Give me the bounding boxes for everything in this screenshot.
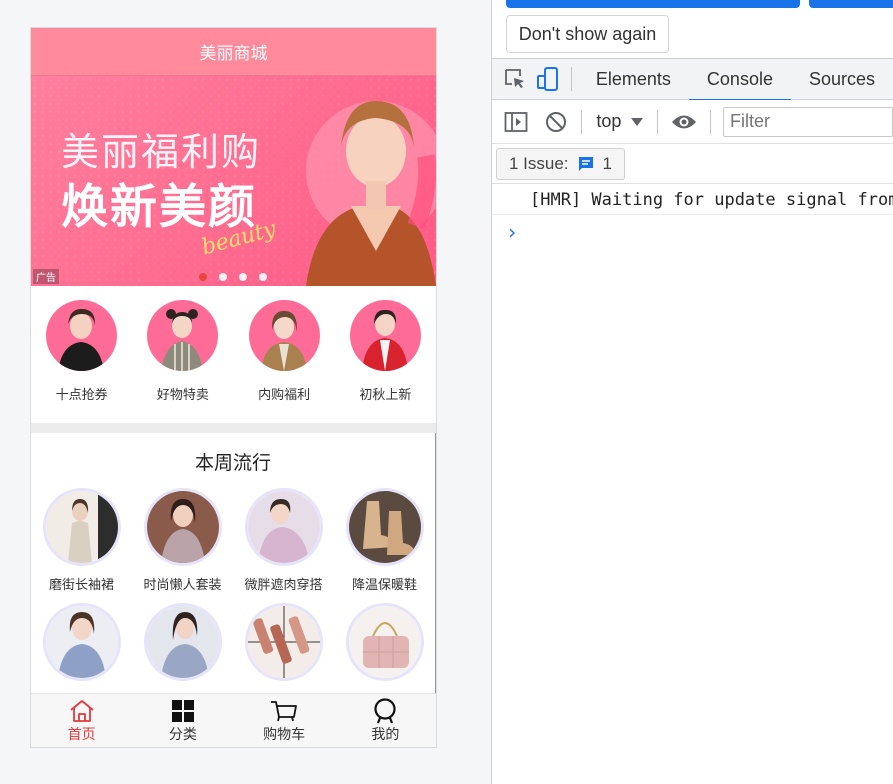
promo-banner[interactable]: 美丽福利购 焕新美颜 beauty 广告 [31, 76, 436, 286]
woman-coat-avatar [248, 300, 320, 371]
quick-category-label: 内购福利 [258, 388, 311, 403]
trending-photo [244, 603, 323, 681]
trending-item[interactable] [132, 603, 233, 689]
trending-photo [345, 603, 424, 681]
trending-grid: 磨街长袖裙 时尚懒人套装 微胖遮肉穿搭 降温保暖鞋 [31, 488, 435, 689]
app-title: 美丽商城 [199, 44, 268, 64]
banner-subheadline: 焕新美颜 [61, 180, 257, 235]
carousel-dot[interactable] [259, 273, 267, 281]
carousel-dot[interactable] [219, 273, 227, 281]
trending-item[interactable]: 时尚懒人套装 [132, 488, 233, 593]
infobar-primary-button[interactable] [506, 0, 800, 8]
trending-item[interactable] [334, 603, 435, 689]
trending-item[interactable]: 磨街长袖裙 [31, 488, 132, 593]
trending-label: 降温保暖鞋 [351, 578, 417, 593]
tab-label: 购物车 [263, 726, 306, 743]
dont-show-again-button[interactable]: Don't show again [506, 15, 669, 53]
trending-photo [244, 488, 323, 566]
carousel-dot[interactable] [239, 273, 247, 281]
issues-label: 1 Issue: [509, 153, 569, 173]
console-log-message: [HMR] Waiting for update signal from WDS… [492, 186, 893, 215]
quick-category-item[interactable]: 内购福利 [244, 300, 324, 403]
ad-tag: 广告 [33, 269, 59, 284]
trending-label: 微胖遮肉穿搭 [244, 578, 323, 593]
quick-category-label: 十点抢券 [55, 388, 108, 403]
clear-console-icon[interactable] [536, 102, 576, 142]
live-expression-eye-icon[interactable] [664, 102, 704, 142]
console-prompt-icon[interactable]: › [506, 220, 518, 244]
quick-category-row: 十点抢券 好物特卖 内购福利 初秋上新 [31, 286, 436, 423]
mobile-app-frame: 美丽商城 美丽福利购 焕新美颜 beauty 广告 十点抢券 好物特卖 内购福利… [30, 27, 437, 748]
tab-label: 首页 [67, 726, 96, 743]
user-icon [372, 697, 398, 724]
tab-profile[interactable]: 我的 [335, 694, 436, 747]
weekly-trending-section: 本周流行 磨街长袖裙 时尚懒人套装 微胖遮肉穿搭 降温保暖鞋 [31, 433, 436, 703]
tab-label: 分类 [168, 726, 197, 743]
trending-item[interactable] [233, 603, 334, 689]
weekly-title: 本周流行 [194, 452, 271, 474]
issues-bar: 1 Issue: 1 [492, 144, 893, 184]
tab-label: 我的 [371, 726, 400, 743]
issues-button[interactable]: 1 Issue: 1 [496, 147, 626, 180]
console-toolbar: top [492, 100, 893, 144]
quick-category-label: 好物特卖 [156, 388, 209, 403]
trending-item[interactable]: 降温保暖鞋 [334, 488, 435, 593]
trending-photo [143, 603, 222, 681]
home-icon [69, 698, 95, 724]
quick-category-label: 初秋上新 [359, 388, 412, 403]
quick-category-item[interactable]: 初秋上新 [345, 300, 425, 403]
tab-home[interactable]: 首页 [31, 694, 132, 747]
console-filter-input[interactable] [723, 106, 893, 137]
trending-item[interactable] [31, 603, 132, 689]
inspect-element-icon[interactable] [498, 59, 532, 99]
context-selector[interactable]: top [588, 111, 651, 132]
tab-elements[interactable]: Elements [578, 58, 689, 100]
carousel-indicators [199, 273, 267, 281]
trending-photo [42, 488, 121, 566]
cart-icon [270, 698, 298, 724]
infobar-secondary-button[interactable] [809, 0, 893, 8]
carousel-dot[interactable] [199, 273, 207, 281]
devtools-main-toolbar: Elements Console Sources [492, 58, 893, 101]
woman-red-jacket-avatar [349, 300, 421, 371]
trending-label: 时尚懒人套装 [143, 578, 222, 593]
banner-model-image [306, 101, 436, 286]
quick-category-item[interactable]: 好物特卖 [143, 300, 223, 403]
issues-count: 1 [602, 153, 613, 173]
trending-photo [42, 603, 121, 681]
device-toolbar-icon[interactable] [532, 59, 566, 99]
trending-photo [143, 488, 222, 566]
devtools-panel: Don't show again Elements Console Source… [491, 0, 893, 784]
trending-item[interactable]: 微胖遮肉穿搭 [233, 488, 334, 593]
woman-black-top-avatar [46, 300, 118, 371]
grid-icon [171, 698, 195, 724]
sidebar-toggle-icon[interactable] [496, 102, 536, 142]
context-value: top [596, 111, 622, 131]
dropdown-arrow-icon [631, 117, 644, 126]
trending-photo [345, 488, 424, 566]
section-divider [31, 423, 436, 433]
tab-sources[interactable]: Sources [791, 58, 893, 100]
woman-striped-dress-avatar [147, 300, 219, 371]
tab-console[interactable]: Console [688, 58, 792, 101]
bottom-tab-bar: 首页 分类 购物车 我的 [31, 693, 436, 747]
tab-category[interactable]: 分类 [132, 694, 233, 747]
tab-cart[interactable]: 购物车 [234, 694, 335, 747]
app-header: 美丽商城 [31, 28, 436, 76]
message-icon [578, 156, 593, 171]
trending-label: 磨街长袖裙 [48, 578, 114, 593]
quick-category-item[interactable]: 十点抢券 [42, 300, 122, 403]
